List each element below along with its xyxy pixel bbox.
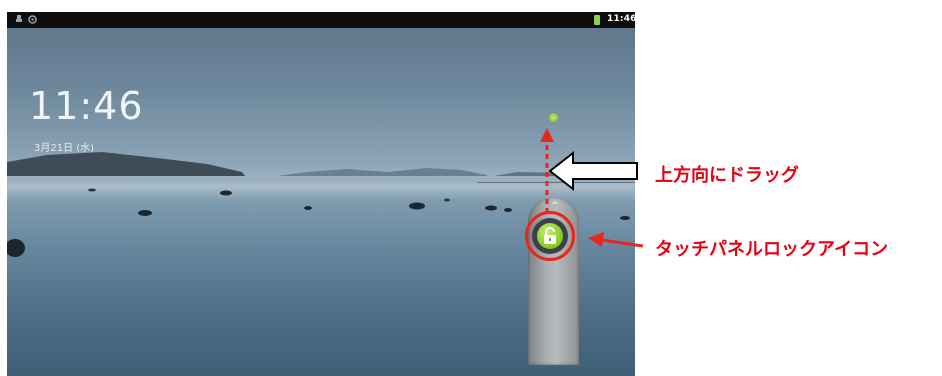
drag-instruction-label: 上方向にドラッグ — [655, 165, 799, 186]
rock-9 — [444, 198, 450, 202]
horizon-band — [7, 176, 635, 182]
unlock-target-dot[interactable] — [549, 113, 558, 122]
status-time: 11:46 — [607, 14, 635, 24]
rock-10 — [88, 188, 96, 192]
lock-icon-label: タッチパネルロックアイコン — [655, 239, 889, 260]
rock-3 — [304, 206, 312, 210]
rock-7 — [7, 239, 25, 257]
lock-button[interactable] — [537, 223, 563, 249]
status-bar: 11:46 — [7, 12, 635, 28]
chevron-up-icon: ^ — [551, 201, 559, 211]
usb-icon — [16, 15, 22, 22]
lockscreen-date: 3月21日 (水) — [34, 143, 95, 154]
battery-icon — [594, 15, 600, 25]
mountain-left — [7, 152, 247, 178]
rock-5 — [485, 205, 497, 211]
rock-1 — [220, 190, 232, 196]
rock-2 — [138, 210, 152, 216]
rock-6 — [504, 208, 512, 212]
rock-4 — [409, 202, 425, 210]
unlock-icon — [544, 227, 556, 244]
lockscreen-clock: 11:46 — [29, 84, 144, 128]
rock-8 — [620, 216, 630, 220]
notification-icon — [28, 15, 37, 24]
